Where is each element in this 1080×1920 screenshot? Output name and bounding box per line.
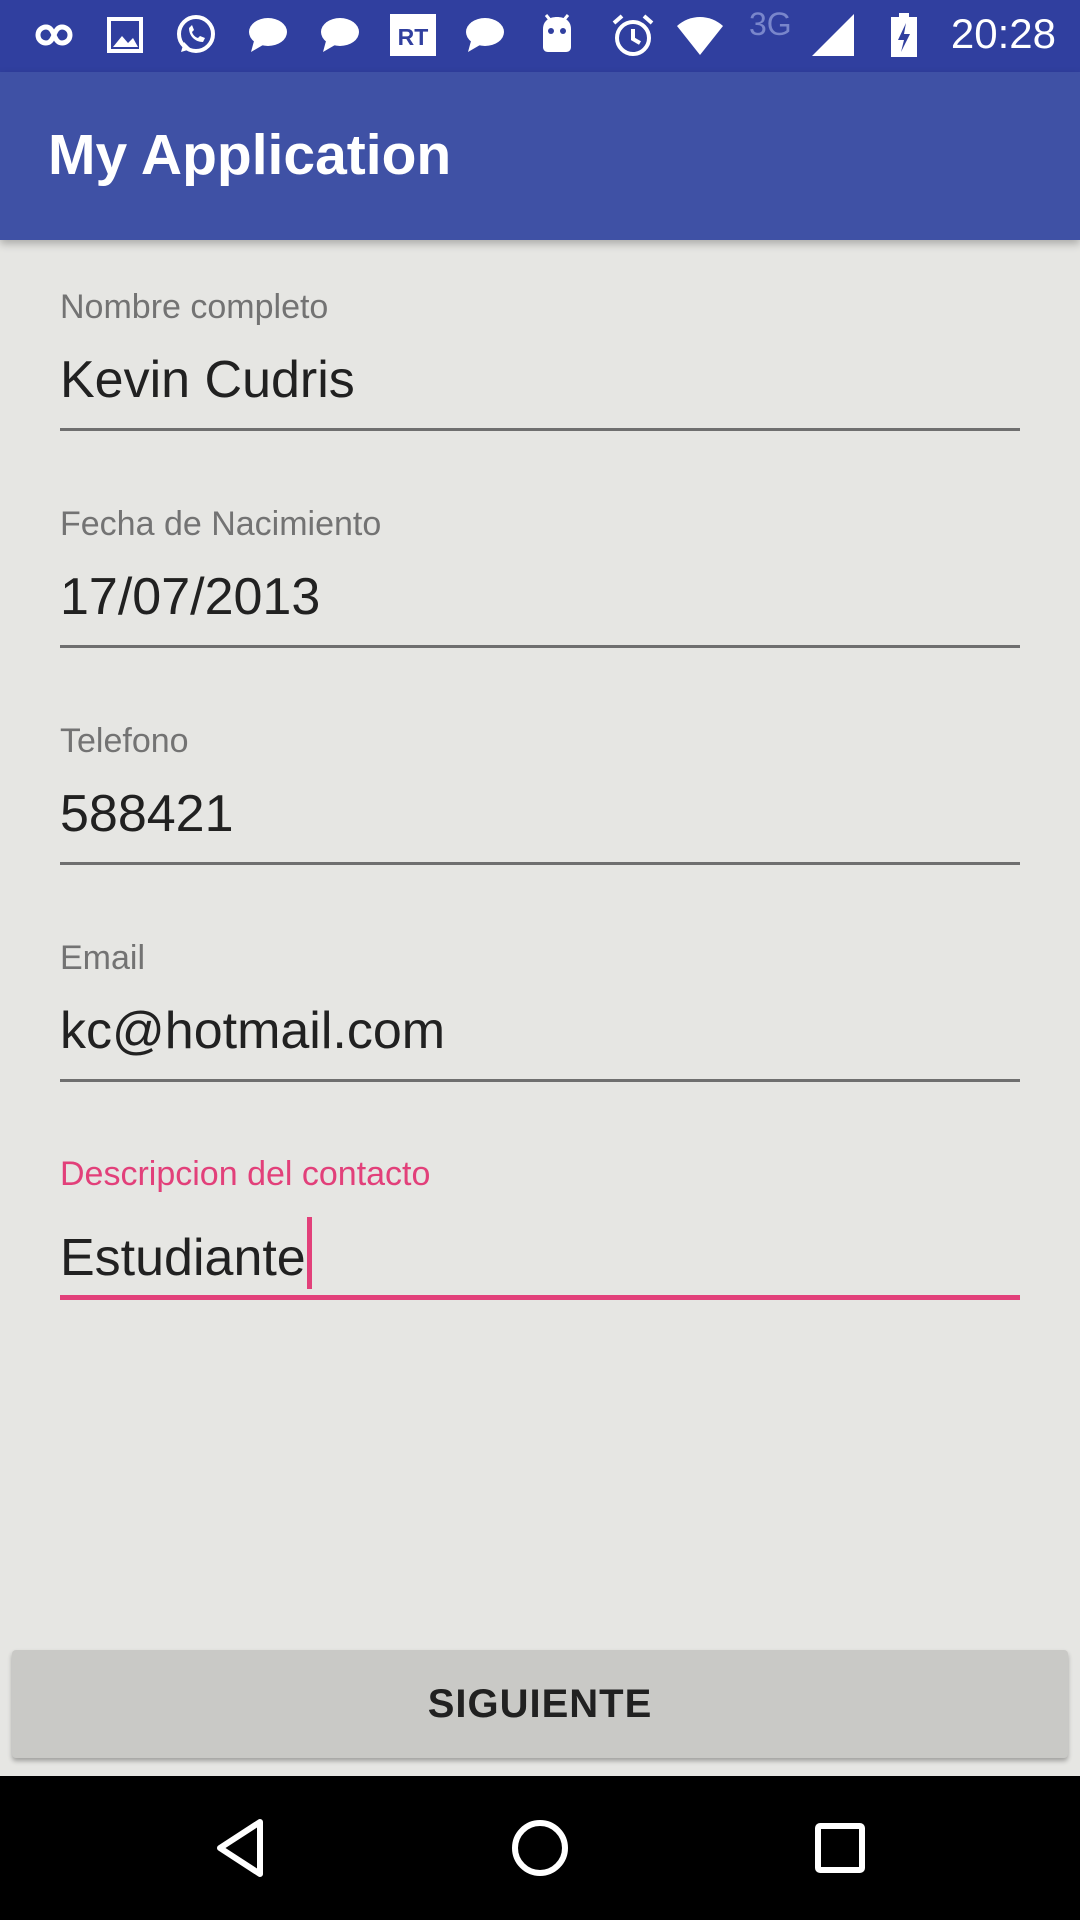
next-button[interactable]: SIGUIENTE <box>12 1650 1068 1758</box>
name-field-label: Nombre completo <box>60 288 329 326</box>
phone-field[interactable]: Telefono 588421 <box>60 722 1020 872</box>
clock: 20:28 <box>950 10 1056 57</box>
description-field-value-wrap[interactable]: Estudiante <box>60 1217 312 1289</box>
back-icon[interactable] <box>200 1808 280 1888</box>
chat-bubble-icon <box>316 11 364 59</box>
email-field-value[interactable]: kc@hotmail.com <box>60 1001 445 1061</box>
email-field-label: Email <box>60 939 146 977</box>
infinity-icon <box>30 11 78 59</box>
chat-bubble-icon <box>461 11 509 59</box>
email-field[interactable]: Email kc@hotmail.com <box>60 939 1020 1089</box>
name-field-value[interactable]: Kevin Cudris <box>60 350 355 410</box>
birthdate-field[interactable]: Fecha de Nacimiento 17/07/2013 <box>60 505 1020 655</box>
phone-field-underline <box>60 862 1020 865</box>
description-field-value[interactable]: Estudiante <box>60 1229 306 1287</box>
recents-icon[interactable] <box>800 1808 880 1888</box>
birthdate-field-value[interactable]: 17/07/2013 <box>60 567 320 627</box>
network-type: 3G <box>749 6 792 42</box>
text-cursor <box>306 1217 312 1289</box>
wifi-icon <box>676 11 724 59</box>
phone-field-label: Telefono <box>60 722 189 760</box>
home-icon[interactable] <box>500 1808 580 1888</box>
description-field[interactable]: Descripcion del contacto Estudiante <box>60 1155 1020 1305</box>
android-icon <box>533 11 581 59</box>
svg-text:RT: RT <box>398 24 429 50</box>
name-field[interactable]: Nombre completo Kevin Cudris <box>60 288 1020 438</box>
chat-bubble-icon <box>244 11 292 59</box>
birthdate-field-label: Fecha de Nacimiento <box>60 505 382 543</box>
status-bar: RT 3G 20:28 <box>0 0 1080 72</box>
battery-charging-icon <box>880 11 928 59</box>
description-field-label: Descripcion del contacto <box>60 1155 431 1193</box>
name-field-underline <box>60 428 1020 431</box>
description-field-underline <box>60 1295 1020 1300</box>
whatsapp-icon <box>172 11 220 59</box>
image-icon <box>101 11 149 59</box>
alarm-icon <box>609 11 657 59</box>
email-field-underline <box>60 1079 1020 1082</box>
phone-field-value[interactable]: 588421 <box>60 784 234 844</box>
birthdate-field-underline <box>60 645 1020 648</box>
nav-bar <box>0 1776 1080 1920</box>
app-bar: My Application <box>0 72 1080 240</box>
cell-signal-icon <box>809 11 857 59</box>
app-title: My Application <box>48 123 452 187</box>
rt-news-icon: RT <box>389 11 437 59</box>
